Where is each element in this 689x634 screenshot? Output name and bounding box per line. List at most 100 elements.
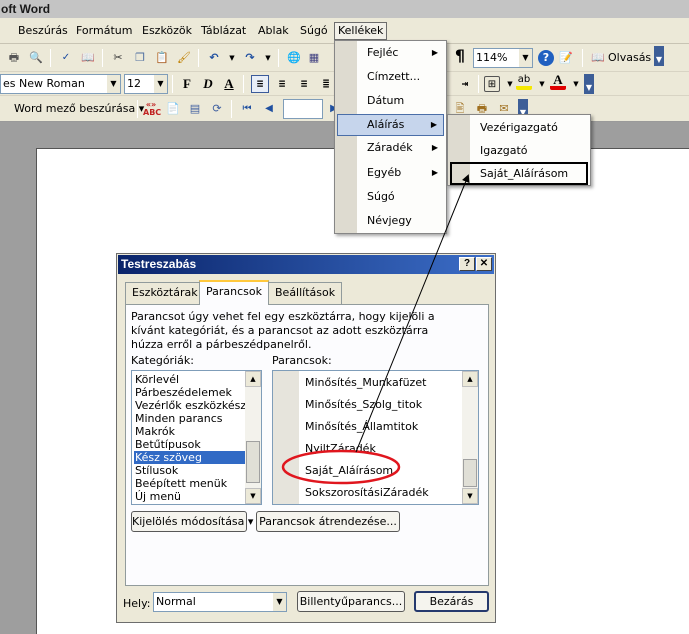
align-right-icon[interactable]: ≡ [295,75,313,93]
menu-eszkozok[interactable]: Eszközök [138,22,196,40]
modify-selection-button[interactable]: Kijelölés módosítása ▾ [131,511,253,532]
chevron-down-icon[interactable]: ▼ [273,593,286,611]
location-combo[interactable]: Normal ▼ [153,592,287,612]
menu-item-cimzett[interactable]: Címzett... [337,66,444,88]
menu-ablak[interactable]: Ablak [254,22,293,40]
list-item[interactable]: Betűtípusok [134,438,245,451]
scroll-up-icon[interactable]: ▲ [245,371,261,387]
menu-item-sugo[interactable]: Súgó [337,186,444,208]
list-item[interactable]: Minősítés_Szolg_titok [305,396,422,414]
categories-listbox[interactable]: Körlevél Párbeszédelemek Vezérlők eszköz… [131,370,262,505]
list-item[interactable]: Beépített menük [134,477,245,490]
menu-item-fejlec[interactable]: Fejléc ▶ [337,42,444,64]
insert-field-dropdown[interactable]: Word mező beszúrása ▾ [14,102,144,115]
borders-icon[interactable]: ⊞ [484,76,500,92]
undo-dropdown-icon[interactable]: ▼ [224,50,240,66]
keyboard-shortcut-button[interactable]: Billentyűparancs... [297,591,405,612]
paste-icon[interactable]: 📋 [154,50,170,66]
list-item[interactable]: Minősítés_Munkafüzet [305,374,426,392]
cut-icon[interactable]: ✂ [110,50,126,66]
font-name-combo[interactable]: es New Roman ▼ [0,74,121,94]
undo-icon[interactable]: ↶ [206,50,222,66]
tab-parancsok[interactable]: Parancsok [199,280,269,305]
format-painter-icon[interactable]: 🖌 [176,50,192,66]
submenu-item-vezerigazgato[interactable]: Vezérigazgató [450,116,588,139]
tab-eszkoztarak[interactable]: Eszköztárak [125,282,205,304]
list-item[interactable]: Makrók [134,425,245,438]
categories-scrollbar[interactable]: ▲ ▼ [245,371,261,504]
highlight-icon[interactable]: ab [516,74,532,90]
list-item[interactable]: Párbeszédelemek [134,386,245,399]
menu-item-nevjegy[interactable]: Névjegy [337,210,444,232]
list-item[interactable]: Minden parancs [134,412,245,425]
print-preview-icon[interactable]: 🔍 [28,50,44,66]
align-center-icon[interactable]: ≡ [273,75,291,93]
indent-icon[interactable]: ⇥ [456,75,474,93]
menu-sugo[interactable]: Súgó [296,22,332,40]
list-item[interactable]: Új menü [134,490,245,503]
font-size-combo[interactable]: 12 ▼ [124,74,168,94]
commands-listbox[interactable]: Minősítés_Munkafüzet Minősítés_Szolg_tit… [272,370,479,505]
read-button[interactable]: Olvasás [608,51,651,64]
list-item[interactable]: Minősítés_Államtitok [305,418,418,436]
menu-kellekek[interactable]: Kellékek [334,22,388,40]
close-button[interactable]: Bezárás [414,591,489,612]
menu-item-datum[interactable]: Dátum [337,90,444,112]
submenu-item-sajat-alairasom[interactable]: Saját_Aláírásom [450,162,588,185]
menu-tablazat[interactable]: Táblázat [197,22,250,40]
record-number-input[interactable] [283,99,323,119]
rearrange-commands-button[interactable]: Parancsok átrendezése... [256,511,400,532]
scroll-thumb[interactable] [463,459,477,487]
submenu-item-igazgato[interactable]: Igazgató [450,139,588,162]
close-icon[interactable]: ✕ [476,257,492,271]
redo-icon[interactable]: ↷ [242,50,258,66]
menu-beszuras[interactable]: Beszúrás [14,22,72,40]
menu-formatum[interactable]: Formátum [72,22,136,40]
read-mode-icon[interactable]: 📝 [558,50,574,66]
list-item[interactable]: Stílusok [134,464,245,477]
field-codes-icon[interactable]: «» ABC [143,101,161,117]
tab-beallitasok[interactable]: Beállítások [268,282,343,304]
font-color-icon[interactable]: A [550,73,566,90]
list-item-selected[interactable]: Kész szöveg [134,451,245,464]
pilcrow-icon[interactable]: ¶ [452,48,468,64]
help-button[interactable]: ? [459,257,475,271]
italic-button[interactable]: D [199,75,217,93]
list-item[interactable]: Körlevél [134,373,245,386]
list-item-circled[interactable]: Saját_Aláírásom [305,462,393,480]
toggle-field-icon[interactable]: ▤ [187,101,203,117]
scroll-down-icon[interactable]: ▼ [245,488,261,504]
menu-item-alairas[interactable]: Aláírás ▶ [337,114,444,136]
toolbar-options-chevron-icon[interactable]: ▼ [654,46,664,66]
scroll-thumb[interactable] [246,441,260,483]
tables-borders-icon[interactable]: ▦ [306,50,322,66]
underline-button[interactable]: A [220,75,238,93]
bold-button[interactable]: F [178,75,196,93]
spelling-icon[interactable]: ✓ [58,50,74,66]
zoom-combo[interactable]: 114% ▼ [473,48,533,68]
previous-record-icon[interactable]: ◀ [261,101,277,117]
copy-icon[interactable]: ❐ [132,50,148,66]
help-icon[interactable]: ? [538,50,554,66]
chevron-down-icon[interactable]: ▼ [154,75,167,93]
highlight-dropdown-icon[interactable]: ▼ [534,76,550,92]
list-item[interactable]: SokszorosításiZáradék [305,484,429,502]
commands-scrollbar[interactable]: ▲ ▼ [462,371,478,504]
chevron-down-icon[interactable]: ▼ [519,49,532,67]
list-item[interactable]: Vezérlők eszközkészlet [134,399,260,412]
first-record-icon[interactable]: ⏮ [239,101,255,117]
menu-item-zaradek[interactable]: Záradék ▶ [337,137,444,159]
justify-icon[interactable]: ≣ [317,75,335,93]
research-icon[interactable]: 📖 [80,50,96,66]
update-field-icon[interactable]: ⟳ [209,101,225,117]
chevron-down-icon[interactable]: ▼ [107,75,120,93]
list-item[interactable]: NyiltZáradék [305,440,376,458]
field-options-icon[interactable]: 📄 [165,101,181,117]
align-left-icon[interactable]: ≡ [251,75,269,93]
redo-dropdown-icon[interactable]: ▼ [260,50,276,66]
scroll-down-icon[interactable]: ▼ [462,488,478,504]
print-icon[interactable]: 🖶 [6,50,22,66]
hyperlink-icon[interactable]: 🌐 [286,50,302,66]
menu-item-egyeb[interactable]: Egyéb ▶ [337,162,444,184]
font-color-dropdown-icon[interactable]: ▼ [568,76,584,92]
